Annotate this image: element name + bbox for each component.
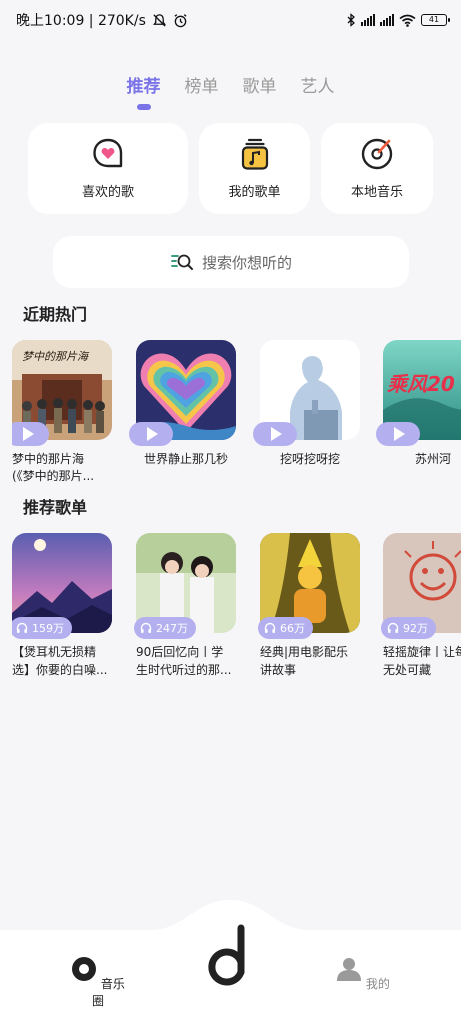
bottom-nav: 音乐圈 我的 bbox=[0, 894, 461, 1024]
mute-bell-icon bbox=[152, 13, 166, 27]
nav-mine[interactable]: 我的 bbox=[333, 956, 393, 992]
nav-music-circle[interactable]: 音乐圈 bbox=[68, 956, 128, 1009]
battery-icon: 41 bbox=[421, 14, 450, 26]
heart-chat-icon bbox=[91, 137, 125, 171]
my-playlists-label: 我的歌单 bbox=[228, 185, 281, 200]
song-card[interactable]: 梦中的那片海 梦中的那片海 (《梦中的那片... bbox=[12, 340, 112, 485]
playlist-title-line1: 轻摇旋律丨让每 bbox=[383, 645, 461, 659]
top-tabs: 推荐 榜单 歌单 艺人 bbox=[0, 70, 461, 110]
playlist-card[interactable]: 159万 【煲耳机无损精 选】你要的白噪... bbox=[12, 533, 112, 679]
liked-songs-card[interactable]: 喜欢的歌 bbox=[28, 123, 188, 214]
playlist-card[interactable]: 247万 90后回忆向丨学 生时代听过的那... bbox=[134, 533, 236, 679]
search-placeholder: 搜索你想听的 bbox=[201, 253, 292, 272]
tab-charts[interactable]: 榜单 bbox=[185, 70, 219, 99]
play-count: 159万 bbox=[32, 622, 64, 635]
play-count: 66万 bbox=[280, 622, 305, 635]
song-title-line2: (《梦中的那片... bbox=[12, 469, 95, 483]
user-icon bbox=[337, 958, 362, 981]
tab-recommend[interactable]: 推荐 bbox=[126, 70, 161, 110]
recommend-playlists-row[interactable]: 159万 【煲耳机无损精 选】你要的白噪... 247万 90后回忆向丨学 生时… bbox=[12, 533, 461, 683]
headphones-icon bbox=[387, 622, 399, 633]
play-count: 92万 bbox=[403, 622, 428, 635]
local-music-label: 本地音乐 bbox=[350, 185, 403, 200]
vinyl-disc-icon bbox=[360, 137, 394, 171]
play-count-badge: 159万 bbox=[12, 617, 72, 639]
playlist-title-line2: 选】你要的白噪... bbox=[12, 663, 108, 677]
cover-title: 梦中的那片海 bbox=[22, 350, 88, 363]
playlist-title-line1: 经典|用电影配乐 bbox=[260, 645, 349, 659]
playlist-title-line1: 90后回忆向丨学 bbox=[136, 645, 224, 659]
playlist-card[interactable]: 92万 轻摇旋律丨让每 无处可藏 bbox=[381, 533, 461, 679]
playlist-title: 【煲耳机无损精 选】你要的白噪... bbox=[12, 643, 112, 679]
playlist-title-line2: 无处可藏 bbox=[383, 663, 432, 677]
headphones-icon bbox=[264, 622, 276, 633]
status-time: 晚上10:09 | 270K/s bbox=[16, 13, 146, 29]
recent-hot-row[interactable]: 梦中的那片海 梦中的那片海 (《梦中的那片... 世界静止那几秒 挖呀挖呀挖 乘… bbox=[12, 340, 461, 490]
liked-songs-label: 喜欢的歌 bbox=[81, 185, 134, 200]
section-title-recommend-playlists: 推荐歌单 bbox=[23, 498, 88, 517]
play-button[interactable] bbox=[376, 422, 420, 446]
playlist-title-line1: 【煲耳机无损精 bbox=[12, 645, 97, 659]
playlist-title-line2: 生时代听过的那... bbox=[136, 663, 232, 677]
play-count-badge: 92万 bbox=[381, 617, 436, 639]
signal-icon-2 bbox=[380, 14, 394, 26]
wifi-icon bbox=[399, 14, 416, 27]
song-title: 梦中的那片海 (《梦中的那片... bbox=[12, 451, 112, 485]
alarm-icon bbox=[174, 13, 187, 27]
song-title: 挖呀挖呀挖 bbox=[279, 452, 340, 466]
song-card[interactable]: 挖呀挖呀挖 bbox=[253, 340, 360, 468]
section-title-recent-hot: 近期热门 bbox=[23, 305, 88, 324]
playlist-title-line2: 讲故事 bbox=[260, 663, 297, 677]
tab-label: 艺人 bbox=[300, 77, 335, 97]
quick-access: 喜欢的歌 我的歌单 本地音乐 bbox=[28, 123, 433, 214]
play-button[interactable] bbox=[12, 422, 49, 446]
tab-label: 歌单 bbox=[242, 77, 277, 97]
tab-label: 推荐 bbox=[126, 77, 161, 97]
headphones-icon bbox=[16, 622, 28, 633]
app-logo-icon[interactable] bbox=[205, 922, 249, 988]
song-title-line1: 梦中的那片海 bbox=[12, 452, 85, 466]
play-button[interactable] bbox=[129, 422, 173, 446]
playlist-card[interactable]: 66万 经典|用电影配乐 讲故事 bbox=[258, 533, 360, 679]
playlist-title: 90后回忆向丨学 生时代听过的那... bbox=[136, 643, 236, 679]
play-count-badge: 66万 bbox=[258, 617, 313, 639]
playlist-title: 轻摇旋律丨让每 无处可藏 bbox=[383, 643, 461, 679]
music-circle-icon bbox=[72, 957, 97, 981]
status-bar: 晚上10:09 | 270K/s 41 bbox=[0, 0, 461, 40]
search-list-icon bbox=[171, 254, 193, 270]
song-card[interactable]: 乘风20 苏州河 bbox=[376, 340, 461, 468]
headphones-icon bbox=[140, 622, 152, 633]
local-music-card[interactable]: 本地音乐 bbox=[321, 123, 433, 214]
play-count-badge: 247万 bbox=[134, 617, 196, 639]
song-title: 世界静止那几秒 bbox=[143, 452, 228, 466]
play-count: 247万 bbox=[156, 622, 188, 635]
nav-label: 音乐圈 bbox=[91, 977, 125, 1008]
search-bar[interactable]: 搜索你想听的 bbox=[53, 236, 409, 288]
song-title: 苏州河 bbox=[414, 452, 451, 466]
tab-artists[interactable]: 艺人 bbox=[301, 70, 335, 99]
my-playlists-card[interactable]: 我的歌单 bbox=[199, 123, 310, 214]
tab-indicator bbox=[136, 104, 151, 110]
tab-playlists[interactable]: 歌单 bbox=[243, 70, 277, 99]
song-card[interactable]: 世界静止那几秒 bbox=[129, 340, 236, 468]
bluetooth-icon bbox=[347, 13, 355, 27]
playlist-note-icon bbox=[238, 137, 272, 171]
nav-label: 我的 bbox=[365, 977, 390, 991]
play-button[interactable] bbox=[253, 422, 297, 446]
playlist-title: 经典|用电影配乐 讲故事 bbox=[260, 643, 360, 679]
tab-label: 榜单 bbox=[184, 77, 219, 97]
signal-icon bbox=[361, 14, 375, 26]
cover-title: 乘风20 bbox=[387, 372, 455, 396]
